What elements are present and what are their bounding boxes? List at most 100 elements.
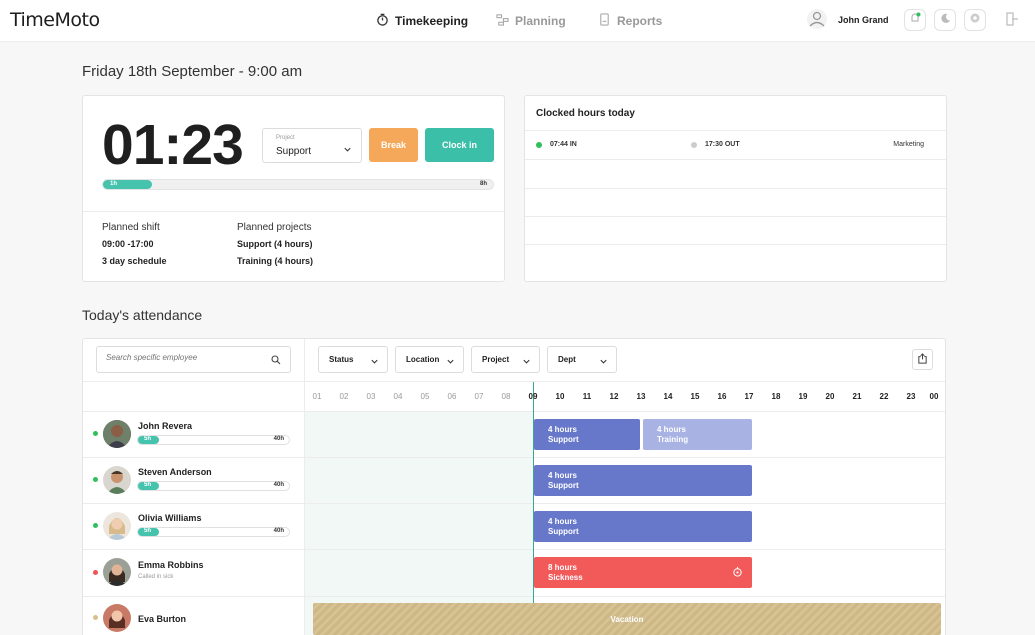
hour-label: 06 [447,392,457,401]
hour-label: 17 [744,392,754,401]
hour-label: 19 [798,392,808,401]
nav-label: Planning [515,14,566,28]
planned-project-item: Training (4 hours) [237,256,314,266]
gear-icon [969,11,981,29]
divider [83,381,945,382]
schedule-block-support[interactable]: 4 hours Support [534,465,752,496]
hour-label: 15 [690,392,700,401]
status-dot [536,142,542,148]
employee-row[interactable]: Eva Burton [83,596,304,635]
schedule-block-sickness[interactable]: 8 hours Sickness [534,557,752,588]
avatar [103,558,131,586]
hour-label: 00 [929,392,939,401]
export-button[interactable] [912,349,933,370]
dark-mode-button[interactable] [934,9,956,31]
clocked-empty-row [525,188,946,217]
schedule-block-support[interactable]: 4 hours Support [534,511,752,542]
nav-reports[interactable]: Reports [598,0,662,42]
chevron-down-icon [447,359,454,364]
employee-status-note: Called in sick [138,574,174,580]
block-project: Sickness [548,573,583,582]
project-select[interactable]: Project Support [262,128,362,163]
location-filter[interactable]: Location [395,346,464,373]
planned-shift-label: Planned shift [102,222,160,233]
block-project: Training [657,435,689,444]
schedule-block-training[interactable]: 4 hours Training [643,419,752,450]
clock-card: 01:23 Project Support Break Clock in 1h … [82,95,505,282]
avatar [103,420,131,448]
hour-label: 20 [825,392,835,401]
schedule-block-support[interactable]: 4 hours Support [534,419,640,450]
hours-total: 40h [273,436,284,442]
nav-timekeeping[interactable]: Timekeeping [376,0,468,42]
notifications-button[interactable] [904,9,926,31]
schedule-block-vacation[interactable]: Vacation [313,603,941,635]
hours-done: 5h [144,482,152,488]
clocked-empty-row [525,159,946,188]
chevron-down-icon [600,359,607,364]
planned-shift: Planned shift 09:00 -17:00 3 day schedul… [102,222,167,273]
break-button[interactable]: Break [369,128,418,162]
clock-in-button[interactable]: Clock in [425,128,494,162]
status-dot [93,477,98,482]
block-project: Support [548,435,579,444]
hour-label: 02 [339,392,349,401]
user-menu[interactable]: John Grand [806,8,889,32]
sickness-icon [732,566,743,580]
hour-label: 03 [366,392,376,401]
divider [304,339,305,635]
page-title: Friday 18th September - 9:00 am [82,63,303,80]
hour-label: 05 [420,392,430,401]
block-duration: 4 hours [548,425,577,434]
filter-label: Project [482,355,510,364]
logo: TimeMoto [10,9,100,31]
filter-label: Dept [558,355,576,364]
status-dot [93,570,98,575]
clocked-empty-row [525,244,946,273]
avatar [103,512,131,540]
employee-search[interactable] [96,346,291,373]
block-project: Support [548,481,579,490]
nav-planning[interactable]: Planning [496,0,566,42]
hour-label: 01 [312,392,322,401]
employee-row[interactable]: Steven Anderson 5h 40h [83,457,304,503]
logout-icon [1005,12,1019,30]
status-filter[interactable]: Status [318,346,388,373]
status-dot [93,523,98,528]
logout-button[interactable] [1005,12,1019,31]
planned-shift-schedule: 3 day schedule [102,256,167,266]
planned-shift-time: 09:00 -17:00 [102,239,154,249]
nav-label: Timekeeping [395,14,469,28]
employee-row[interactable]: Olivia Williams 5h 40h [83,503,304,549]
employee-name: Steven Anderson [138,467,212,477]
progress-start-label: 1h [110,181,118,187]
dept-filter[interactable]: Dept [547,346,617,373]
hours-done: 5h [144,436,152,442]
planning-icon [496,13,509,29]
block-duration: 4 hours [548,471,577,480]
employee-row[interactable]: Emma Robbins Called in sick [83,549,304,595]
project-filter[interactable]: Project [471,346,540,373]
divider [83,211,504,212]
planned-project-item: Support (4 hours) [237,239,313,249]
avatar [103,604,131,632]
hour-label: 22 [879,392,889,401]
status-dot [93,615,98,620]
filter-label: Location [406,355,440,364]
hour-label: 13 [636,392,646,401]
settings-button[interactable] [964,9,986,31]
clocked-entry-row: 07:44 IN 17:30 OUT Marketing [525,130,946,159]
department-label: Marketing [893,141,924,148]
search-input[interactable] [106,353,266,362]
employee-row[interactable]: John Revera 5h 40h [83,411,304,457]
hour-label: 08 [501,392,511,401]
hour-label: 09 [528,392,538,401]
chevron-down-icon [343,141,352,159]
hour-label: 16 [717,392,727,401]
block-duration: 8 hours [548,563,577,572]
filter-label: Status [329,355,354,364]
chevron-down-icon [523,359,530,364]
chevron-down-icon [371,359,378,364]
avatar [103,466,131,494]
status-dot [691,142,697,148]
